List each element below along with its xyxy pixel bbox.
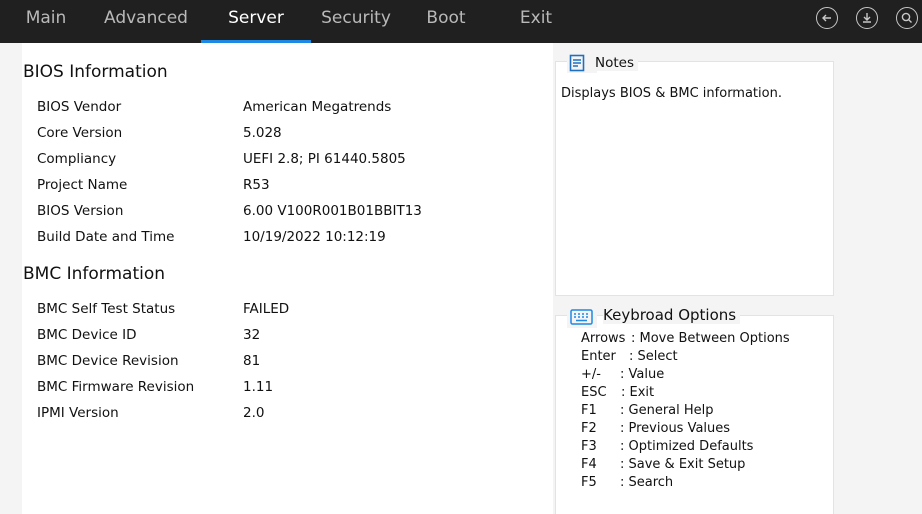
bios-version-label: BIOS Version [37, 203, 124, 219]
keyboard-icon [570, 308, 593, 330]
core-version-label: Core Version [37, 125, 123, 141]
kb-key-esc: ESC [581, 385, 607, 400]
bmc-firmware-revision-value: 1.11 [243, 379, 274, 395]
kb-desc-enter: : Select [629, 349, 678, 364]
tab-server[interactable]: Server [201, 0, 311, 43]
search-icon[interactable] [896, 7, 918, 29]
notes-icon [569, 54, 585, 76]
tab-main[interactable]: Main [14, 0, 78, 43]
kb-key-f5: F5 [581, 475, 597, 490]
bios-vendor-label: BIOS Vendor [37, 99, 122, 115]
bmc-info-title: BMC Information [23, 264, 166, 284]
kb-desc-f1: : General Help [620, 403, 714, 418]
kb-key-f3: F3 [581, 439, 597, 454]
build-date-value: 10/19/2022 10:12:19 [243, 229, 386, 245]
kb-desc-arrows: : Move Between Options [631, 331, 790, 346]
top-menu-bar: Main Advanced Server Security Boot Exit [0, 0, 922, 43]
bmc-device-id-label: BMC Device ID [37, 327, 137, 343]
back-icon[interactable] [816, 7, 838, 29]
kb-key-f1: F1 [581, 403, 597, 418]
project-name-value: R53 [243, 177, 270, 193]
kb-desc-f5: : Search [620, 475, 674, 490]
notes-title: Notes [595, 55, 638, 71]
build-date-label: Build Date and Time [37, 229, 175, 245]
bmc-self-test-value: FAILED [243, 301, 290, 317]
kb-desc-f3: : Optimized Defaults [620, 439, 754, 454]
kb-key-f4: F4 [581, 457, 597, 472]
tab-boot[interactable]: Boot [418, 0, 474, 43]
compliancy-value: UEFI 2.8; PI 61440.5805 [243, 151, 406, 167]
kb-desc-f2: : Previous Values [620, 421, 731, 436]
bmc-device-revision-value: 81 [243, 353, 261, 369]
kb-desc-plus-minus: : Value [620, 367, 665, 382]
tab-advanced[interactable]: Advanced [98, 0, 194, 43]
ipmi-version-value: 2.0 [243, 405, 265, 421]
kb-key-arrows: Arrows [581, 331, 626, 346]
tab-exit[interactable]: Exit [510, 0, 562, 43]
kb-key-plus-minus: +/- [581, 367, 601, 382]
keyboard-options-title: Keybroad Options [603, 306, 741, 324]
kb-key-f2: F2 [581, 421, 597, 436]
bmc-device-revision-label: BMC Device Revision [37, 353, 179, 369]
tab-security[interactable]: Security [316, 0, 396, 43]
kb-desc-esc: : Exit [621, 385, 655, 400]
core-version-value: 5.028 [243, 125, 282, 141]
bmc-device-id-value: 32 [243, 327, 261, 343]
compliancy-label: Compliancy [37, 151, 117, 167]
kb-desc-f4: : Save & Exit Setup [620, 457, 746, 472]
notes-text: Displays BIOS & BMC information. [561, 86, 782, 101]
bios-vendor-value: American Megatrends [243, 99, 392, 115]
bios-info-title: BIOS Information [23, 62, 168, 82]
project-name-label: Project Name [37, 177, 128, 193]
bios-version-value: 6.00 V100R001B01BBIT13 [243, 203, 422, 219]
bmc-firmware-revision-label: BMC Firmware Revision [37, 379, 195, 395]
save-download-icon[interactable] [856, 7, 878, 29]
ipmi-version-label: IPMI Version [37, 405, 119, 421]
bmc-self-test-label: BMC Self Test Status [37, 301, 176, 317]
kb-key-enter: Enter [581, 349, 616, 364]
